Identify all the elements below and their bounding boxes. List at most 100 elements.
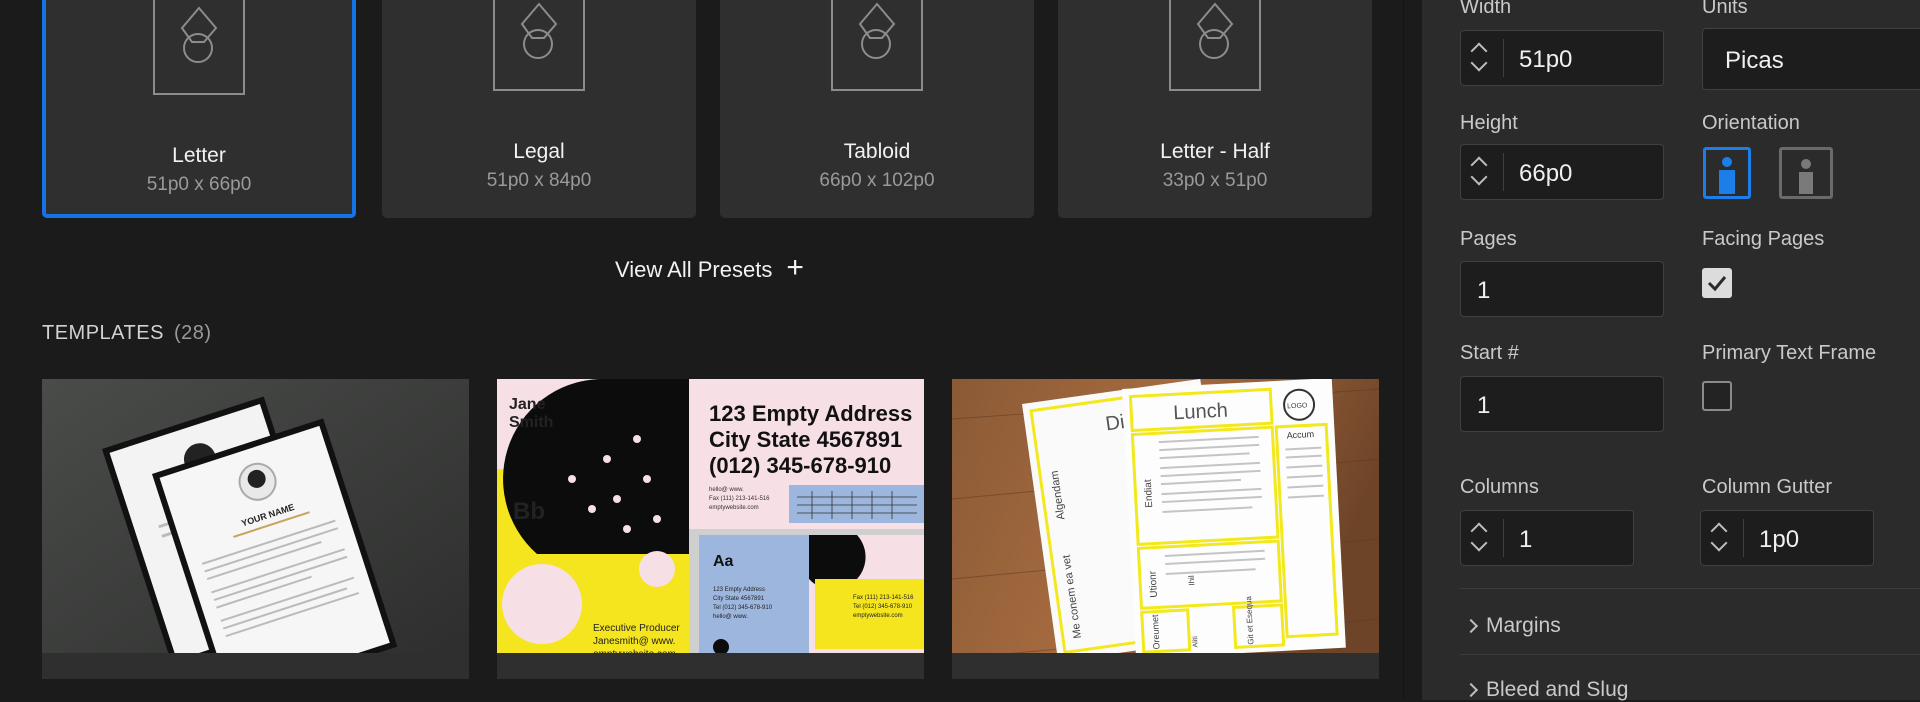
document-shape-icon: [831, 0, 923, 91]
template-card-footer: [42, 653, 469, 679]
preset-card-tabloid[interactable]: Tabloid 66p0 x 102p0: [720, 0, 1034, 218]
preset-card-legal[interactable]: Legal 51p0 x 84p0: [382, 0, 696, 218]
card-email: Janesmith@ www.: [593, 636, 675, 647]
template-card-business-cards[interactable]: Jane Smith Bb Executive Producer Janesmi…: [497, 379, 924, 679]
preset-name: Letter - Half: [1160, 140, 1270, 163]
menu-side-2: Endiat: [1143, 479, 1155, 508]
template-card-menu[interactable]: Din Algendam Me conem ea vet Lunch LOGO …: [952, 379, 1379, 679]
columns-stepper[interactable]: [1461, 511, 1503, 565]
column-gutter-stepper[interactable]: [1701, 511, 1743, 565]
document-shape-icon: [493, 0, 585, 91]
presets-scrollbar[interactable]: [1403, 0, 1404, 700]
preset-name: Legal: [513, 140, 565, 163]
templates-count: (28): [173, 322, 212, 344]
height-field[interactable]: 66p0: [1460, 144, 1664, 200]
preset-name: Letter: [172, 144, 226, 167]
landscape-orientation-button[interactable]: [1779, 147, 1833, 199]
columns-value: 1: [1519, 526, 1533, 553]
menu-thumbnail: Din Algendam Me conem ea vet Lunch LOGO …: [952, 379, 1379, 674]
chevron-right-icon: [1463, 618, 1479, 634]
chevron-right-icon: [1463, 682, 1479, 698]
facing-pages-label: Facing Pages: [1702, 228, 1825, 250]
bleed-slug-section-toggle[interactable]: Bleed and Slug: [1463, 678, 1629, 702]
pages-label: Pages: [1460, 228, 1517, 250]
preset-card-letter[interactable]: Letter 51p0 x 66p0: [42, 0, 356, 218]
menu-lunch-title: Lunch: [1173, 400, 1229, 425]
card3-tel: Tel (012) 345-678-910: [853, 604, 913, 610]
presets-area: Letter 51p0 x 66p0 Legal 51p0 x 84p0 Tab…: [0, 0, 1404, 700]
column-gutter-label: Column Gutter: [1702, 476, 1833, 498]
document-shape-icon: [1169, 0, 1261, 91]
card3-fax: Fax (111) 213-141-516: [853, 595, 914, 601]
menu-side-5: Oreumet: [1150, 614, 1162, 650]
card-small-aa: Aa: [713, 553, 734, 570]
template-card-resume[interactable]: YOUR NAME: [42, 379, 469, 679]
primary-text-frame-label: Primary Text Frame: [1702, 342, 1877, 364]
column-gutter-field[interactable]: 1p0: [1700, 510, 1874, 566]
preset-dimensions: 33p0 x 51p0: [1162, 170, 1268, 191]
units-dropdown[interactable]: Picas: [1702, 28, 1920, 90]
card-address1: 123 Empty Address: [709, 401, 912, 426]
business-card-thumbnail: Jane Smith Bb Executive Producer Janesmi…: [497, 379, 924, 674]
card2-phone: Tel (012) 345-678-910: [713, 605, 773, 611]
height-stepper[interactable]: [1461, 145, 1503, 199]
section-divider: [1460, 654, 1920, 655]
margins-section-toggle[interactable]: Margins: [1463, 614, 1561, 638]
templates-heading: TEMPLATES (28): [42, 322, 212, 345]
card-name-line2: Smith: [509, 414, 553, 431]
card-big-letter: Bb: [513, 498, 545, 525]
resume-thumbnail: YOUR NAME: [42, 379, 469, 674]
units-label: Units: [1702, 0, 1748, 18]
card-small-site: emptywebsite.com: [709, 505, 759, 511]
menu-side-8: Aliti: [1192, 636, 1200, 648]
start-number-value: 1: [1477, 392, 1491, 419]
height-label: Height: [1460, 112, 1518, 134]
preset-name: Tabloid: [843, 140, 911, 163]
checkmark-icon: [1707, 276, 1727, 292]
templates-title: TEMPLATES: [42, 322, 164, 344]
card-small-fax: Fax (111) 213-141-516: [709, 496, 770, 502]
units-value: Picas: [1725, 47, 1784, 74]
start-number-field[interactable]: 1: [1460, 376, 1664, 432]
card2-address1: 123 Empty Address: [713, 587, 765, 593]
width-label: Width: [1460, 0, 1512, 18]
width-value: 51p0: [1519, 46, 1573, 73]
preset-dimensions: 51p0 x 66p0: [146, 174, 252, 195]
landscape-icon: [1799, 159, 1813, 194]
template-card-footer: [497, 653, 924, 679]
card-address2: City State 4567891: [709, 427, 902, 452]
height-value: 66p0: [1519, 160, 1573, 187]
portrait-icon: [1719, 157, 1735, 194]
view-all-presets-button[interactable]: View All Presets +: [615, 251, 804, 284]
pages-value: 1: [1477, 277, 1491, 304]
preset-dimensions: 51p0 x 84p0: [486, 170, 592, 191]
width-stepper[interactable]: [1461, 31, 1503, 85]
columns-field[interactable]: 1: [1460, 510, 1634, 566]
primary-text-frame-checkbox[interactable]: [1702, 381, 1732, 411]
card-phone: (012) 345-678-910: [709, 453, 891, 478]
view-all-label: View All Presets: [615, 256, 773, 282]
menu-side-3: Utionr: [1148, 570, 1160, 598]
card-name-line1: Jane: [509, 396, 546, 413]
bleed-slug-label: Bleed and Slug: [1486, 678, 1629, 701]
portrait-orientation-button[interactable]: [1703, 147, 1751, 199]
pages-field[interactable]: 1: [1460, 261, 1664, 317]
columns-label: Columns: [1460, 476, 1539, 498]
card3-site: emptywebsite.com: [853, 613, 903, 619]
document-shape-icon: [153, 0, 245, 95]
start-number-label: Start #: [1460, 342, 1519, 364]
menu-logo: LOGO: [1287, 402, 1308, 410]
menu-side-7: Ihil: [1187, 575, 1197, 586]
menu-accum: Accum: [1286, 429, 1314, 440]
section-divider: [1460, 588, 1920, 589]
margins-label: Margins: [1486, 614, 1561, 637]
card-small-hello: hello@ www.: [709, 487, 744, 493]
template-card-footer: [952, 653, 1379, 679]
facing-pages-checkbox[interactable]: [1702, 268, 1732, 298]
orientation-label: Orientation: [1702, 112, 1800, 134]
width-field[interactable]: 51p0: [1460, 30, 1664, 86]
preset-card-letter-half[interactable]: Letter - Half 33p0 x 51p0: [1058, 0, 1372, 218]
column-gutter-value: 1p0: [1759, 526, 1800, 553]
card-role: Executive Producer: [593, 623, 680, 634]
plus-icon: +: [786, 251, 804, 284]
